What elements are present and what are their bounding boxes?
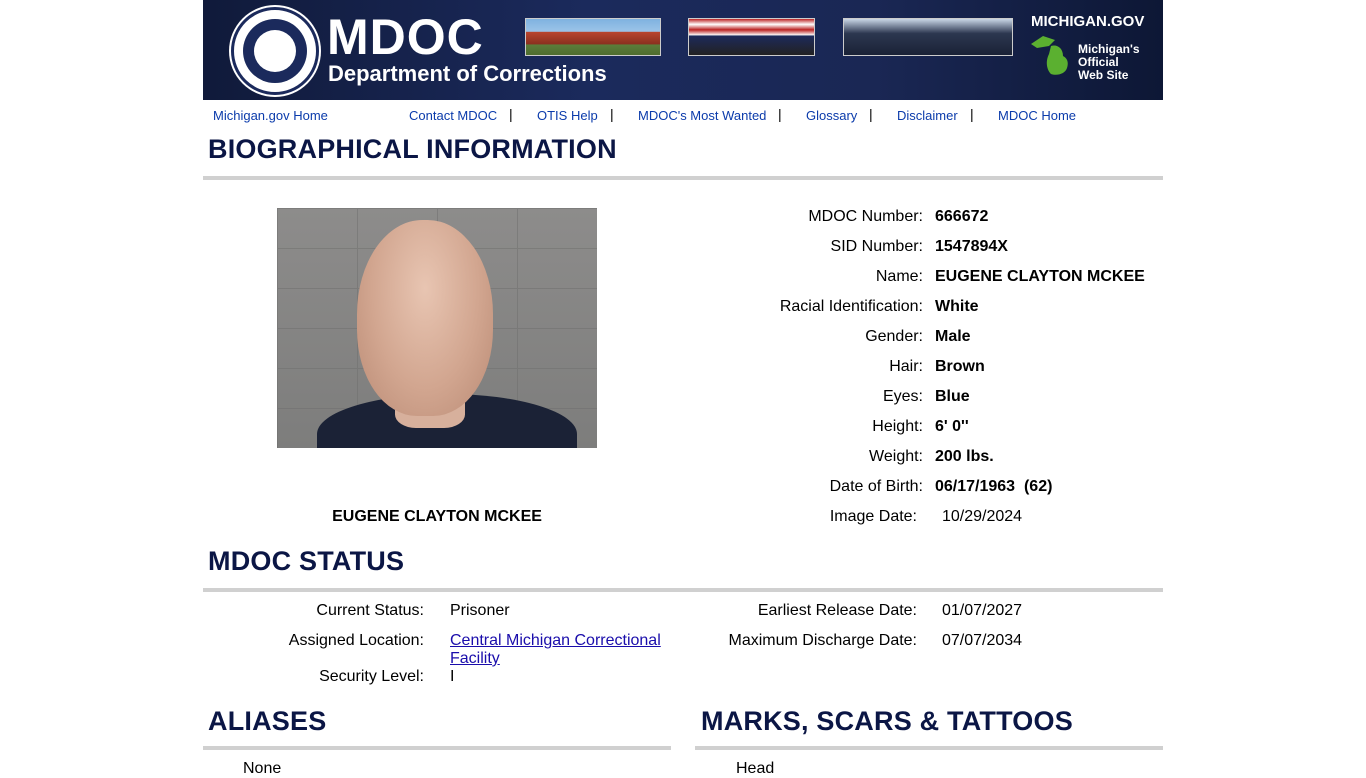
security-level-value: I xyxy=(450,668,455,685)
name-value: EUGENE CLAYTON MCKEE xyxy=(935,268,1145,285)
assigned-location-value: Central Michigan Correctional Facility xyxy=(450,632,661,668)
section-divider xyxy=(203,176,1163,180)
section-divider xyxy=(203,588,1163,592)
facility-link-line-1: Central Michigan Correctional xyxy=(450,632,661,649)
officers-flag-photo xyxy=(688,18,815,56)
current-status-label: Current Status: xyxy=(316,602,424,619)
nav-separator: | xyxy=(610,106,614,122)
gender-value: Male xyxy=(935,328,971,345)
weight-value: 200 lbs. xyxy=(935,448,994,465)
race-label: Racial Identification: xyxy=(779,298,923,315)
brand-title[interactable]: MDOC xyxy=(327,8,484,66)
mdoc-seal-logo[interactable] xyxy=(231,7,319,95)
current-status-value: Prisoner xyxy=(450,602,510,619)
marks-section-title: MARKS, SCARS & TATTOOS xyxy=(701,706,1073,736)
michigan-map-icon xyxy=(1031,36,1068,75)
brand-subtitle: Department of Corrections xyxy=(328,61,607,86)
prison-building-photo xyxy=(525,18,661,56)
name-label: Name: xyxy=(875,268,923,285)
page: MDOC Department of Corrections MICHIGAN.… xyxy=(203,0,1163,777)
section-divider xyxy=(203,746,671,750)
mdd-value: 07/07/2034 xyxy=(942,632,1023,649)
eyes-value: Blue xyxy=(935,388,970,405)
michigan-gov-label[interactable]: MICHIGAN.GOV xyxy=(1031,13,1144,30)
mark-item: Head xyxy=(736,760,775,777)
security-level-label: Security Level: xyxy=(319,668,424,685)
image-date-label: Image Date: xyxy=(829,508,917,525)
nav-separator: | xyxy=(778,106,782,122)
erd-value: 01/07/2027 xyxy=(942,602,1023,619)
nav-disclaimer[interactable]: Disclaimer xyxy=(897,108,958,123)
photo-caption: EUGENE CLAYTON MCKEE xyxy=(332,508,542,525)
facility-link[interactable]: Central Michigan Correctional Facility xyxy=(450,632,661,667)
race-value: White xyxy=(935,298,979,315)
site-banner: MDOC Department of Corrections MICHIGAN.… xyxy=(203,0,1163,100)
mdd-label: Maximum Discharge Date: xyxy=(728,632,918,649)
michigan-official-site[interactable]: Michigan's Official Web Site xyxy=(1078,43,1140,82)
dob-value: 06/17/1963 (62) xyxy=(935,478,1053,495)
image-date-value: 10/29/2024 xyxy=(942,508,1023,525)
nav-contact-mdoc[interactable]: Contact MDOC xyxy=(409,108,497,123)
aliases-section-title: ALIASES xyxy=(208,706,327,736)
official-line-3: Web Site xyxy=(1078,68,1129,82)
mdoc-number-label: MDOC Number: xyxy=(808,208,923,225)
nav-michigan-gov-home[interactable]: Michigan.gov Home xyxy=(213,108,328,123)
sid-number-label: SID Number: xyxy=(830,238,923,255)
bio-section-title: BIOGRAPHICAL INFORMATION xyxy=(208,134,617,164)
erd-label: Earliest Release Date: xyxy=(757,602,917,619)
nav-glossary[interactable]: Glossary xyxy=(806,108,857,123)
nav-otis-help[interactable]: OTIS Help xyxy=(537,108,598,123)
section-divider xyxy=(695,746,1163,750)
height-label: Height: xyxy=(872,418,923,435)
height-value: 6' 0'' xyxy=(935,418,969,435)
nav-mdoc-home[interactable]: MDOC Home xyxy=(998,108,1076,123)
assigned-location-label: Assigned Location: xyxy=(288,632,424,649)
top-nav: Michigan.gov Home Contact MDOC | OTIS He… xyxy=(203,100,1163,130)
mdoc-number-value: 666672 xyxy=(935,208,989,225)
nav-separator: | xyxy=(869,106,873,122)
dob-label: Date of Birth: xyxy=(829,478,923,495)
hair-value: Brown xyxy=(935,358,985,375)
gender-label: Gender: xyxy=(865,328,923,345)
facility-link-line-2: Facility xyxy=(450,650,500,667)
weight-label: Weight: xyxy=(869,448,923,465)
offender-photo xyxy=(277,208,597,448)
sid-number-value: 1547894X xyxy=(935,238,1008,255)
status-section-title: MDOC STATUS xyxy=(208,546,405,576)
alias-item: None xyxy=(243,760,282,777)
nav-separator: | xyxy=(970,106,974,122)
nav-separator: | xyxy=(509,106,513,122)
hair-label: Hair: xyxy=(889,358,923,375)
eyes-label: Eyes: xyxy=(882,388,923,405)
nav-most-wanted[interactable]: MDOC's Most Wanted xyxy=(638,108,766,123)
officers-parade-photo xyxy=(843,18,1013,56)
